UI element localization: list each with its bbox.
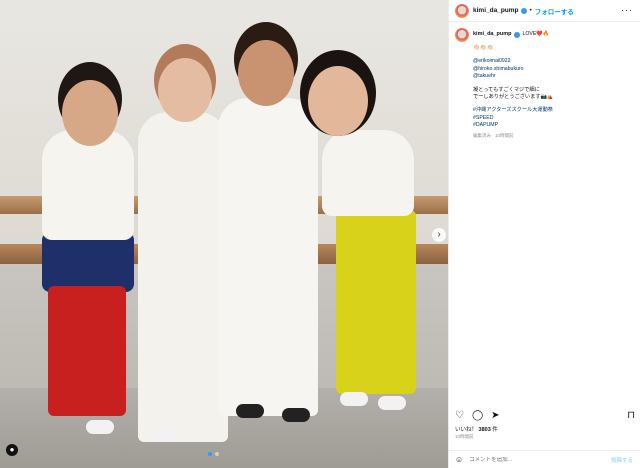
caption-first-line: LOVE❤️🔥 — [522, 31, 550, 38]
like-count[interactable]: いいね！ 3803 件 — [455, 425, 498, 433]
comment-input[interactable] — [469, 456, 590, 463]
heart-icon[interactable]: ♡ — [455, 410, 464, 421]
person1-pants — [48, 286, 126, 416]
hashtag-link[interactable]: #SPEED — [473, 115, 635, 122]
comment-bar: ☺ 投稿する — [449, 450, 640, 468]
person4-shirt — [322, 130, 414, 216]
verified-badge-icon — [520, 7, 527, 14]
person4-shoe-right — [378, 396, 406, 410]
mention-link[interactable]: @takuehr — [473, 73, 635, 80]
hashtag-link[interactable]: #DAPUMP — [473, 122, 635, 129]
bookmark-icon[interactable]: ⊓ — [627, 410, 635, 421]
caption-username[interactable]: kimi_da_pump — [473, 31, 512, 38]
comment-icon[interactable]: ◯ — [472, 410, 483, 421]
person1-jacket — [42, 232, 134, 292]
username-link[interactable]: kimi_da_pump — [473, 7, 519, 14]
emoji-picker-icon[interactable]: ☺ — [455, 455, 463, 464]
instagram-post-view: › ● kimi_da_pump • フォローする ··· kimi_da_pu… — [0, 0, 640, 468]
likes-count: 3803 — [478, 427, 491, 433]
post-date: 10時間前 — [455, 434, 474, 439]
person1-shoe — [86, 420, 114, 434]
mention-link[interactable]: @hiroko.shimabukuro — [473, 66, 635, 73]
follow-button[interactable]: フォローする — [535, 6, 574, 16]
carousel-dot-active — [208, 452, 212, 456]
person4-shoe-left — [340, 392, 368, 406]
user-tag-icon[interactable]: ● — [6, 444, 18, 456]
likes-label: いいね！ — [455, 427, 478, 433]
post-comment-button[interactable]: 投稿する — [611, 456, 633, 464]
person3-shoe-left — [236, 404, 264, 418]
mention-link[interactable]: @erikoimai0922 — [473, 58, 635, 65]
person3-head — [238, 40, 294, 106]
verified-badge-icon — [513, 32, 520, 38]
person3-shoe-right — [282, 408, 310, 422]
post-caption: kimi_da_pump LOVE❤️🔥 👏🏻👏🏻👏🏻 @erikoimai09… — [455, 28, 635, 139]
post-header: kimi_da_pump • フォローする ··· — [449, 0, 640, 22]
caption-meta: 編集済み · 10時間前 — [473, 132, 514, 138]
carousel-dot — [215, 452, 219, 456]
header-separator: • — [529, 7, 532, 14]
likes-suffix: 件 — [492, 427, 498, 433]
person1-shirt — [42, 130, 134, 240]
caption-body: 👏🏻👏🏻👏🏻 @erikoimai0922 @hiroko.shimabukur… — [473, 45, 635, 139]
caption-message-line: でーしありがとうございます📷⛺ — [473, 94, 554, 101]
person1-head — [62, 80, 118, 146]
person4-pants — [336, 210, 416, 394]
post-actions: ♡ ◯ ➤ ⊓ — [455, 408, 635, 422]
post-photo[interactable]: › ● — [0, 0, 448, 468]
person2-body — [138, 112, 228, 442]
caption-message-line: 凝とっても​すごくマジで細に — [473, 86, 540, 93]
caption-header: kimi_da_pump LOVE❤️🔥 — [455, 28, 635, 42]
person4-head — [308, 66, 368, 136]
caption-emoji-line: 👏🏻👏🏻👏🏻 — [473, 45, 494, 51]
more-options-icon[interactable]: ··· — [621, 5, 633, 15]
share-icon[interactable]: ➤ — [491, 410, 499, 421]
person2-shoe — [150, 428, 178, 442]
carousel-dots — [208, 452, 219, 456]
hashtag-link[interactable]: #沖縄アクターズスクール大運動祭 — [473, 107, 635, 114]
person2-head — [158, 58, 212, 122]
person3-body — [218, 98, 318, 416]
next-photo-button[interactable]: › — [432, 228, 446, 242]
avatar[interactable] — [455, 3, 469, 18]
caption-avatar[interactable] — [455, 28, 469, 42]
post-side-panel: kimi_da_pump • フォローする ··· kimi_da_pump L… — [448, 0, 640, 468]
